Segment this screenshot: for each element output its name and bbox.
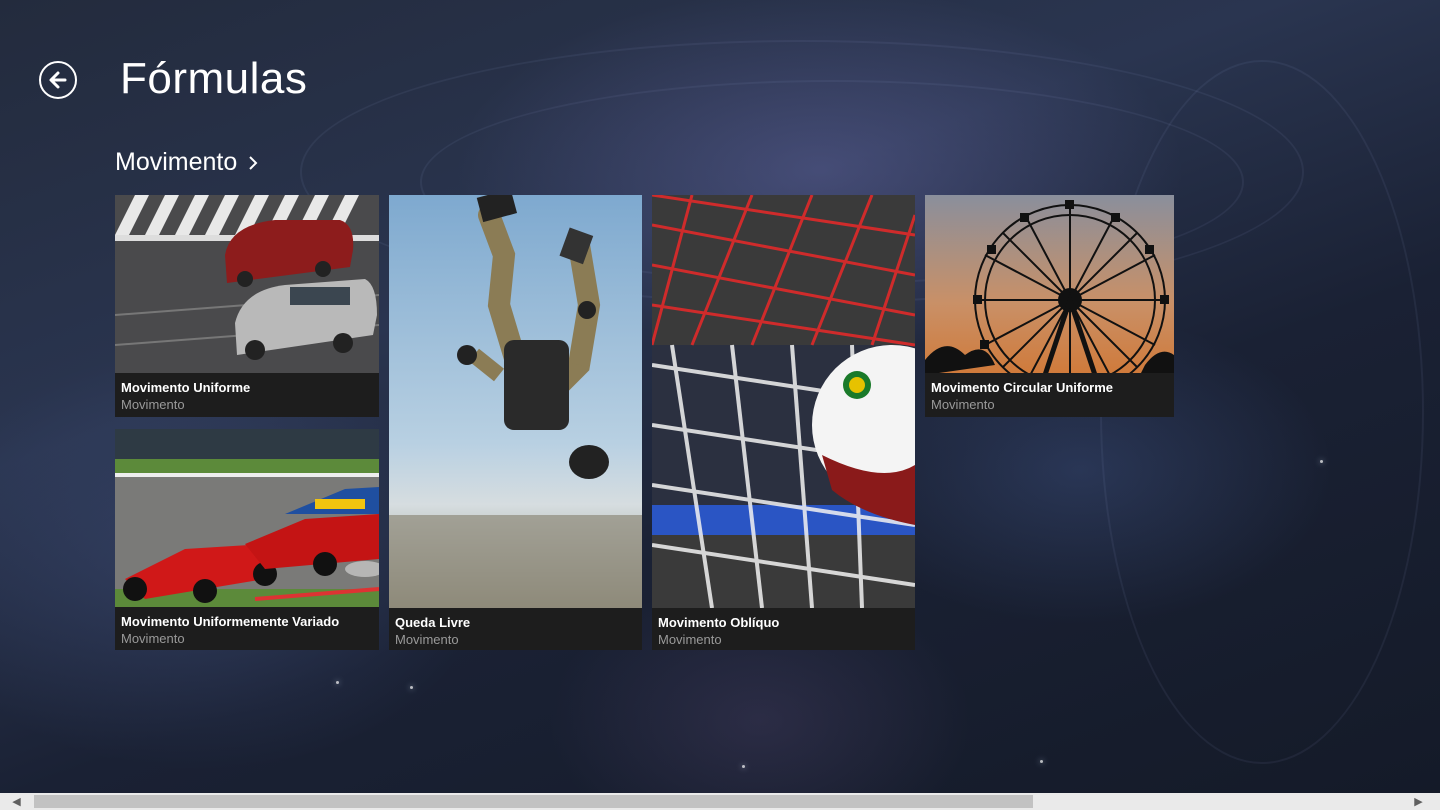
formula-one-race-image	[115, 429, 379, 607]
tile-title: Movimento Uniforme	[121, 380, 251, 395]
tile-title: Movimento Circular Uniforme	[931, 380, 1114, 395]
tile-movimento-uniforme[interactable]: Movimento Uniforme Movimento	[115, 195, 379, 417]
tile-subtitle: Movimento	[931, 397, 995, 412]
tile-queda-livre[interactable]: Queda Livre Movimento	[389, 195, 642, 650]
scroll-left-arrow-icon[interactable]: ◀	[8, 793, 25, 810]
chevron-right-icon	[249, 155, 258, 170]
tile-title: Movimento Uniformemente Variado	[121, 614, 340, 629]
soccer-ball-net-image	[652, 195, 915, 608]
background-star	[1320, 460, 1323, 463]
cars-on-road-image	[115, 195, 379, 375]
tile-subtitle: Movimento	[395, 632, 459, 647]
tile-subtitle: Movimento	[121, 631, 185, 646]
tile-subtitle: Movimento	[121, 397, 185, 412]
tile-movimento-obliquo[interactable]: Movimento Oblíquo Movimento	[652, 195, 915, 650]
group-header-movimento[interactable]: Movimento	[115, 148, 259, 177]
scrollbar-thumb[interactable]	[34, 795, 1033, 808]
background-star	[1040, 760, 1043, 763]
tile-movimento-uniformemente-variado[interactable]: Movimento Uniformemente Variado Moviment…	[115, 429, 379, 650]
tile-movimento-circular-uniforme[interactable]: Movimento Circular Uniforme Movimento	[925, 195, 1174, 417]
background-star	[742, 765, 745, 768]
scroll-right-arrow-icon[interactable]: ▶	[1410, 793, 1427, 810]
tile-title: Queda Livre	[395, 615, 471, 630]
background-star	[336, 681, 339, 684]
group-title: Movimento	[115, 148, 238, 176]
horizontal-scrollbar[interactable]: ◀ ▶	[0, 793, 1440, 810]
back-button[interactable]	[39, 61, 77, 99]
back-arrow-icon	[49, 71, 67, 89]
skydiver-image	[389, 195, 642, 608]
background-star	[410, 686, 413, 689]
tile-title: Movimento Oblíquo	[658, 615, 780, 630]
ferris-wheel-sunset-image	[925, 195, 1174, 375]
page-title: Fórmulas	[120, 54, 308, 103]
tile-subtitle: Movimento	[658, 632, 722, 647]
